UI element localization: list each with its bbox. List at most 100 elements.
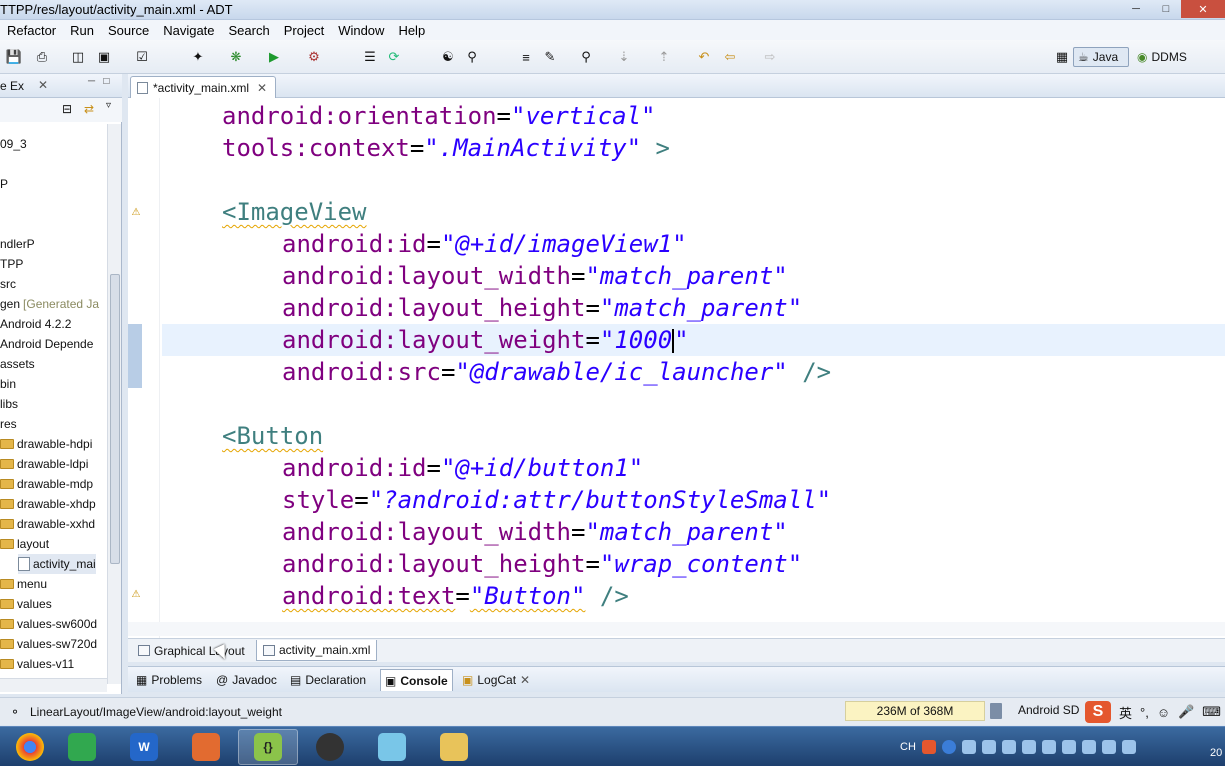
sogou-logo-icon[interactable]: S: [1085, 701, 1111, 723]
tree-item[interactable]: gen [Generated Ja: [0, 294, 99, 314]
tree-item[interactable]: values: [0, 594, 52, 614]
tree-item[interactable]: activity_mai: [18, 554, 96, 574]
close-button[interactable]: ✕: [1181, 0, 1225, 18]
tab-logcat[interactable]: ▣ LogCat ✕: [458, 669, 534, 691]
tray-app-icon[interactable]: [1101, 740, 1116, 754]
outline-icon[interactable]: ≡: [518, 49, 534, 65]
code-line[interactable]: style="?android:attr/buttonStyleSmall": [282, 484, 831, 516]
network-icon[interactable]: [981, 740, 996, 754]
minimize-maximize-icon[interactable]: ─ □: [88, 76, 109, 87]
tray-app-icon[interactable]: [1001, 740, 1016, 754]
code-line[interactable]: <ImageView: [222, 196, 367, 228]
tab-declaration[interactable]: ▤ Declaration: [286, 669, 370, 691]
perspective-java[interactable]: ☕ Java: [1073, 47, 1129, 67]
forward-icon[interactable]: ⇨: [762, 49, 778, 65]
avd-manager-icon[interactable]: ▣: [96, 49, 112, 65]
search-icon[interactable]: ⚲: [464, 49, 480, 65]
tray-arrow-icon[interactable]: [961, 740, 976, 754]
menu-help[interactable]: Help: [391, 23, 432, 38]
close-icon[interactable]: ✕: [38, 78, 48, 92]
code-line[interactable]: android:layout_width="match_parent": [282, 516, 788, 548]
tab-graphical-layout[interactable]: Graphical Layout: [132, 640, 251, 661]
close-icon[interactable]: ✕: [257, 81, 267, 95]
code-line[interactable]: tools:context=".MainActivity" >: [222, 132, 670, 164]
garbage-collect-icon[interactable]: [990, 703, 1002, 719]
code-line[interactable]: android:layout_weight="1000": [282, 324, 689, 356]
editor-horizontal-scrollbar[interactable]: [128, 622, 1225, 636]
tray-app-icon[interactable]: [1021, 740, 1036, 754]
code-area[interactable]: android:orientation="vertical" tools:cont…: [128, 98, 1225, 618]
run-icon[interactable]: ▶: [266, 49, 282, 65]
close-icon[interactable]: ✕: [520, 673, 530, 687]
tree-item[interactable]: drawable-mdp: [0, 474, 93, 494]
next-annotation-icon[interactable]: ⇣: [616, 49, 632, 65]
tree-item[interactable]: Android Depende: [0, 334, 93, 354]
perspective-ddms[interactable]: ◉ DDMS: [1133, 47, 1203, 67]
ime-punctuation[interactable]: °,: [1140, 705, 1149, 720]
code-line[interactable]: android:layout_height="match_parent": [282, 292, 802, 324]
code-line[interactable]: android:text="Button" />: [282, 580, 629, 612]
back-icon[interactable]: ⇦: [722, 49, 738, 65]
pin-icon[interactable]: ⚲: [578, 49, 594, 65]
code-line[interactable]: <Button: [222, 420, 323, 452]
last-edit-icon[interactable]: ↶: [696, 49, 712, 65]
print-icon[interactable]: ⎙: [34, 49, 50, 65]
help-icon[interactable]: [941, 740, 956, 754]
code-line[interactable]: android:layout_width="match_parent": [282, 260, 788, 292]
editor-tab-activity-main[interactable]: *activity_main.xml ✕: [130, 76, 277, 98]
tree-item[interactable]: values-sw720d: [0, 634, 97, 654]
code-line[interactable]: android:layout_height="wrap_content": [282, 548, 802, 580]
tree-item[interactable]: P: [0, 174, 8, 194]
sogou-tray-icon[interactable]: [921, 740, 936, 754]
explorer-horizontal-scrollbar[interactable]: [0, 678, 107, 692]
new-android-project-icon[interactable]: ✦: [190, 49, 206, 65]
open-perspective-icon[interactable]: ▦: [1054, 49, 1070, 65]
link-with-editor-icon[interactable]: ⇄: [84, 102, 94, 116]
tree-item[interactable]: ndlerP: [0, 234, 35, 254]
tab-problems[interactable]: ▦ Problems: [132, 669, 206, 691]
xml-editor[interactable]: ⚠ ⚠ android:orientation="vertical" tools:…: [128, 98, 1225, 638]
save-icon[interactable]: 💾: [6, 49, 22, 65]
tree-item[interactable]: menu: [0, 574, 47, 594]
tray-app-icon[interactable]: [1041, 740, 1056, 754]
tree-item[interactable]: drawable-ldpi: [0, 454, 88, 474]
taskbar-chrome[interactable]: [0, 729, 60, 765]
keyboard-icon[interactable]: ⌨: [1202, 704, 1221, 720]
menu-search[interactable]: Search: [222, 23, 277, 38]
tree-item[interactable]: libs: [0, 394, 18, 414]
menu-project[interactable]: Project: [277, 23, 331, 38]
tree-item[interactable]: drawable-xxhd: [0, 514, 95, 534]
package-explorer-tab[interactable]: e Ex: [0, 79, 24, 93]
edit-icon[interactable]: ✎: [542, 49, 558, 65]
emoji-icon[interactable]: ☺: [1157, 705, 1170, 720]
tree-item[interactable]: TPP: [0, 254, 23, 274]
scroll-thumb[interactable]: [110, 274, 120, 564]
taskbar-notepad[interactable]: [362, 729, 422, 765]
tree-item[interactable]: res: [0, 414, 17, 434]
maximize-button[interactable]: □: [1151, 0, 1181, 18]
tab-console[interactable]: ▣ Console: [380, 669, 453, 691]
menu-run[interactable]: Run: [63, 23, 101, 38]
menu-navigate[interactable]: Navigate: [156, 23, 221, 38]
tree-item[interactable]: values-v11: [0, 654, 74, 674]
volume-icon[interactable]: [1061, 740, 1076, 754]
tree-item[interactable]: layout: [0, 534, 49, 554]
tab-javadoc[interactable]: @ Javadoc: [212, 669, 281, 691]
collapse-all-icon[interactable]: ⊟: [62, 102, 72, 116]
tree-item[interactable]: drawable-hdpi: [0, 434, 92, 454]
new-java-class-icon[interactable]: ☰: [362, 49, 378, 65]
new-package-icon[interactable]: ⟳: [386, 49, 402, 65]
menu-window[interactable]: Window: [331, 23, 391, 38]
tree-item[interactable]: bin: [0, 374, 16, 394]
external-tools-icon[interactable]: ⚙: [306, 49, 322, 65]
taskbar-wps-presentation[interactable]: [176, 729, 236, 765]
tray-language[interactable]: CH: [900, 741, 916, 753]
taskbar-explorer[interactable]: [424, 729, 484, 765]
tree-item[interactable]: assets: [0, 354, 35, 374]
taskbar-android-emulator[interactable]: [300, 729, 360, 765]
tree-item[interactable]: Android 4.2.2: [0, 314, 71, 334]
open-type-icon[interactable]: ☯: [440, 49, 456, 65]
clock[interactable]: 20: [1210, 747, 1222, 759]
lint-icon[interactable]: ☑: [134, 49, 150, 65]
microphone-icon[interactable]: 🎤: [1178, 704, 1194, 720]
